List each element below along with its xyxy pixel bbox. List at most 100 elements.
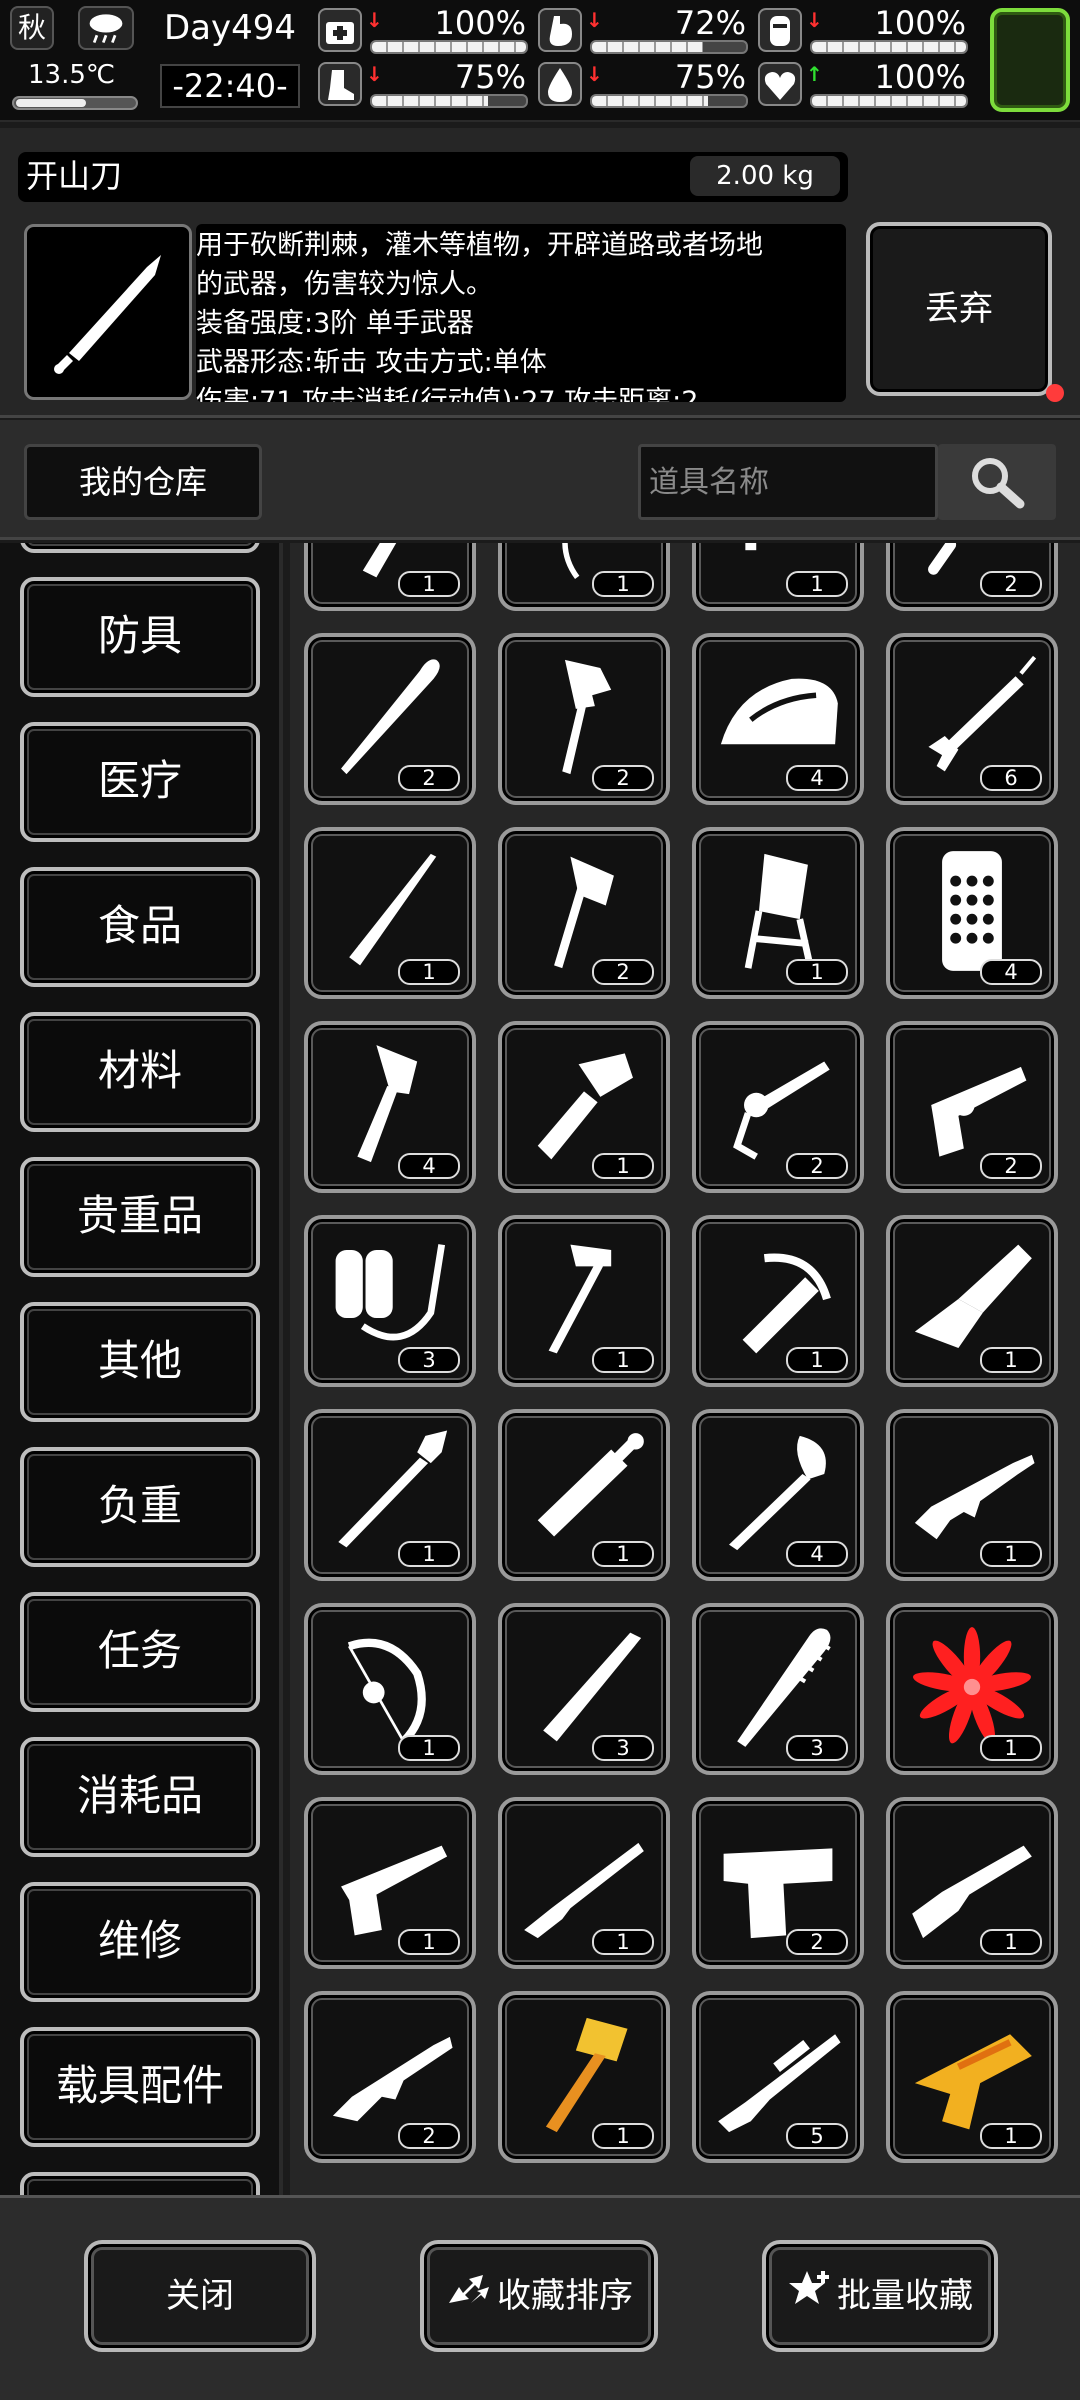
- inventory-slot[interactable]: 1: [304, 827, 476, 999]
- inventory-slot[interactable]: 2: [692, 1021, 864, 1193]
- item-count: 1: [980, 1929, 1042, 1955]
- inventory-slot[interactable]: 1: [304, 1797, 476, 1969]
- category-button[interactable]: 任务: [20, 1592, 260, 1712]
- close-label: 关闭: [166, 2276, 234, 2316]
- inventory-slot[interactable]: 1: [692, 1215, 864, 1387]
- inventory-slot[interactable]: 2: [304, 1991, 476, 2163]
- inventory-slot[interactable]: 1: [498, 1797, 670, 1969]
- quick-slot-button[interactable]: [990, 8, 1070, 112]
- item-count: 1: [592, 571, 654, 597]
- search-button[interactable]: [938, 444, 1056, 520]
- item-count: 1: [786, 571, 848, 597]
- description-line: 伤害:71 攻击消耗(行动值):27 攻击距离:2: [196, 386, 699, 402]
- stat-hunger: ↓ 72%: [538, 4, 750, 56]
- category-button[interactable]: 贵重品: [20, 1157, 260, 1277]
- inventory-slot[interactable]: 4: [304, 1021, 476, 1193]
- canister-icon: [758, 8, 802, 52]
- favorite-sort-button[interactable]: 收藏排序: [420, 2240, 658, 2352]
- inventory-slot[interactable]: 1: [304, 1409, 476, 1581]
- medkit-icon: [318, 8, 362, 52]
- category-button[interactable]: 维修: [20, 1882, 260, 2002]
- item-count: 1: [980, 1735, 1042, 1761]
- item-count: 2: [786, 1929, 848, 1955]
- item-count: 1: [398, 959, 460, 985]
- inventory-slot[interactable]: 1: [304, 543, 476, 611]
- game-clock: -22:40-: [160, 64, 300, 108]
- category-button[interactable]: 医疗: [20, 722, 260, 842]
- inventory-slot[interactable]: 1: [886, 1409, 1058, 1581]
- description-line: 武器形态:斩击 攻击方式:单体: [196, 347, 547, 378]
- inventory-slot[interactable]: 1: [304, 1603, 476, 1775]
- item-count: 1: [980, 1541, 1042, 1567]
- inventory-slot[interactable]: 1: [886, 1603, 1058, 1775]
- inventory-slot[interactable]: 2: [498, 633, 670, 805]
- category-button[interactable]: 食品: [20, 867, 260, 987]
- stat-bar: [810, 40, 968, 54]
- inventory-slot[interactable]: 3: [498, 1603, 670, 1775]
- item-count: 3: [786, 1735, 848, 1761]
- item-count: 3: [398, 1347, 460, 1373]
- inventory-slot[interactable]: 3: [304, 1215, 476, 1387]
- category-sidebar[interactable]: 防具医疗食品材料贵重品其他负重任务消耗品维修载具配件: [0, 543, 283, 2195]
- description-line: 用于砍断荆棘，灌木等植物，开辟道路或者场地: [196, 230, 763, 261]
- category-button[interactable]: 消耗品: [20, 1737, 260, 1857]
- item-count: 2: [398, 2123, 460, 2149]
- swap-arrows-icon: [445, 2246, 493, 2350]
- inventory-slot[interactable]: 5: [692, 1991, 864, 2163]
- inventory-slot[interactable]: 2: [304, 633, 476, 805]
- close-button[interactable]: 关闭: [84, 2240, 316, 2352]
- category-button[interactable]: 其他: [20, 1302, 260, 1422]
- inventory-slot[interactable]: 1: [886, 1991, 1058, 2163]
- temperature-bar: [12, 96, 138, 110]
- item-count: 2: [592, 765, 654, 791]
- day-counter: Day494: [163, 8, 297, 48]
- inventory-slot[interactable]: 1: [886, 1215, 1058, 1387]
- batch-favorite-button[interactable]: 批量收藏: [762, 2240, 998, 2352]
- inventory-slot[interactable]: 1: [498, 1215, 670, 1387]
- inventory-slot[interactable]: 4: [886, 827, 1058, 999]
- inventory-slot[interactable]: 4: [692, 1409, 864, 1581]
- inventory-slot[interactable]: 1: [498, 1409, 670, 1581]
- boot-icon: [318, 62, 362, 106]
- stat-bar: [590, 94, 748, 108]
- inventory-slot[interactable]: 1: [498, 1021, 670, 1193]
- search-icon: [972, 458, 1025, 509]
- arrow-down-icon: ↓: [586, 62, 603, 86]
- category-button[interactable]: 防具: [20, 577, 260, 697]
- stat-bar: [810, 94, 968, 108]
- stat-bar: [590, 40, 748, 54]
- warehouse-tab[interactable]: 我的仓库: [24, 444, 262, 520]
- inventory-slot[interactable]: 2: [886, 1021, 1058, 1193]
- inventory-slot[interactable]: 2: [692, 1797, 864, 1969]
- category-button[interactable]: 负重: [20, 1447, 260, 1567]
- item-search-input[interactable]: [638, 444, 938, 520]
- inventory-grid[interactable]: 1 1 1 2 2 2 4 6 1 2 1 4 4 1 2 2 3 1 1 1 1 1 4 1 1 3 3 1 1 1 2 1 2 1 5 1: [290, 543, 1080, 2195]
- stat-thirst: ↓ 75%: [538, 58, 750, 110]
- inventory-slot[interactable]: 1: [692, 543, 864, 611]
- rain-cloud-icon: [78, 6, 134, 50]
- favorite-sort-label: 收藏排序: [497, 2276, 633, 2316]
- inventory-slot[interactable]: 1: [886, 1797, 1058, 1969]
- inventory-slot[interactable]: 2: [886, 543, 1058, 611]
- inventory-slot[interactable]: 6: [886, 633, 1058, 805]
- item-count: 1: [980, 1347, 1042, 1373]
- item-description: 用于砍断荆棘，灌木等植物，开辟道路或者场地 的武器，伤害较为惊人。 装备强度:3…: [196, 224, 846, 402]
- item-count: 2: [398, 765, 460, 791]
- item-count: 1: [980, 2123, 1042, 2149]
- stat-value: 100%: [434, 4, 526, 42]
- item-count: 1: [592, 1153, 654, 1179]
- inventory-slot[interactable]: 4: [692, 633, 864, 805]
- stat-bar: [370, 94, 528, 108]
- inventory-slot[interactable]: 1: [498, 543, 670, 611]
- footer-bar: 关闭 收藏排序 批量收藏: [0, 2195, 1080, 2400]
- discard-button[interactable]: 丢弃: [866, 222, 1052, 396]
- star-plus-icon: [787, 2246, 833, 2350]
- inventory-slot[interactable]: 3: [692, 1603, 864, 1775]
- item-count: 2: [980, 571, 1042, 597]
- category-button[interactable]: 材料: [20, 1012, 260, 1132]
- inventory-slot[interactable]: 1: [692, 827, 864, 999]
- inventory-slot[interactable]: 1: [498, 1991, 670, 2163]
- category-button[interactable]: 载具配件: [20, 2027, 260, 2147]
- stat-stamina: ↓ 100%: [758, 4, 970, 56]
- inventory-slot[interactable]: 2: [498, 827, 670, 999]
